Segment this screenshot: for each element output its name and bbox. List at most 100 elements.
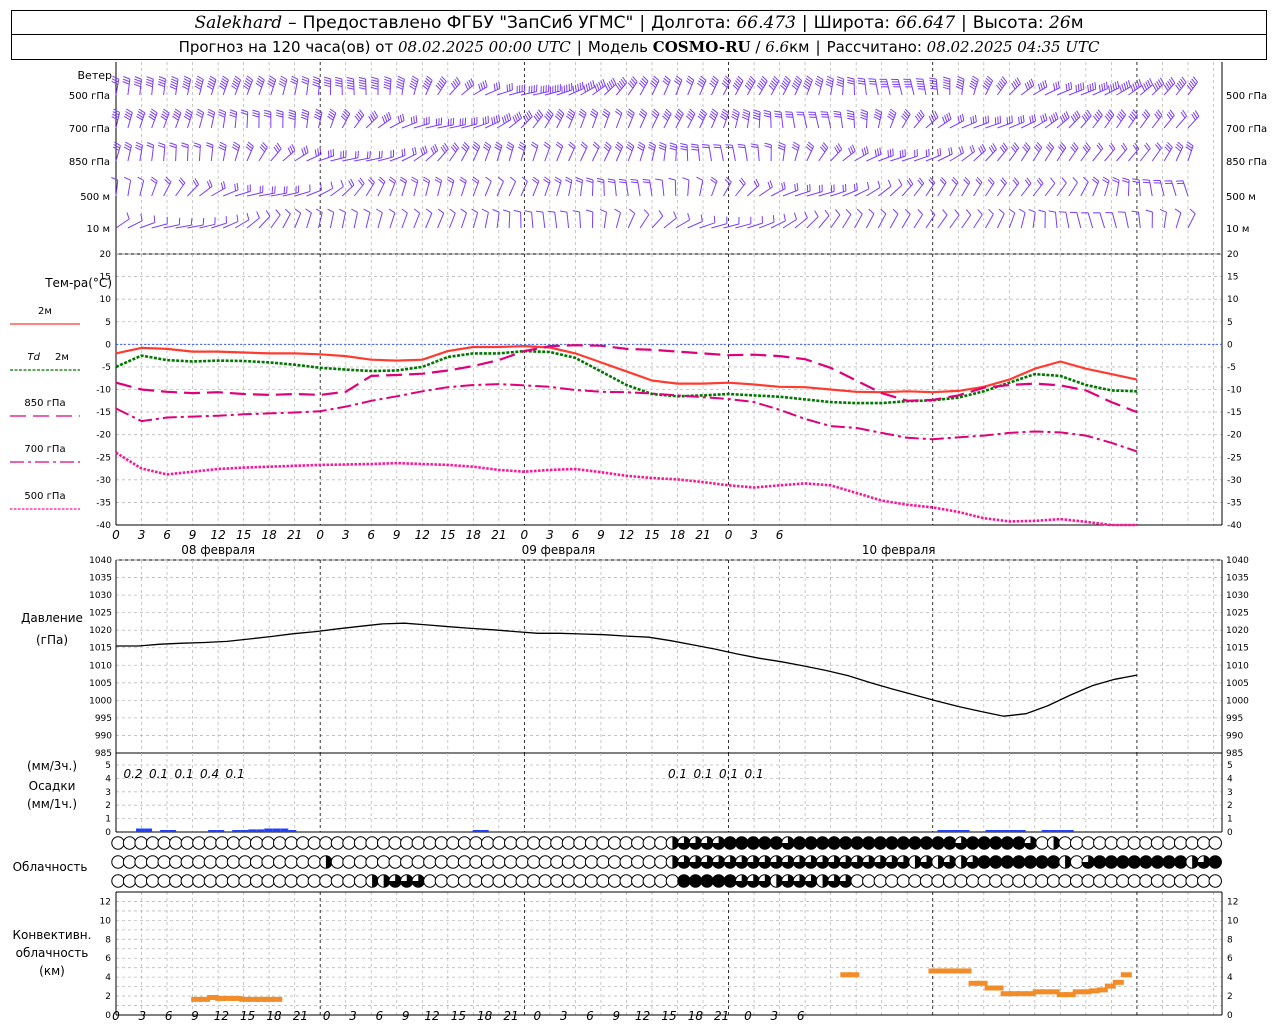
wind-barb: [160, 108, 170, 129]
cloud-symbol: [423, 874, 437, 888]
cloud-symbol: [157, 874, 171, 888]
temp-ytick: 20: [100, 250, 112, 260]
press-ytick: 1025: [89, 609, 112, 619]
wind-barb: [818, 209, 830, 229]
wind-barb: [327, 108, 337, 129]
wind-barb: [985, 143, 997, 162]
press-ytick: 1040: [89, 556, 112, 566]
press-ytick-right: 1020: [1226, 626, 1249, 636]
cloud-symbol: [203, 855, 218, 869]
precip-bar: [945, 830, 954, 832]
wind-barb: [1018, 208, 1026, 229]
cloud-fill-full: [989, 836, 1002, 850]
cloud-symbol: [885, 874, 899, 888]
wind-barb: [377, 149, 394, 162]
precip-unit-bottom: (мм/1ч.): [27, 797, 77, 811]
cloud-fill-full: [1162, 855, 1176, 869]
wind-barb: [460, 208, 467, 229]
cloud-symbol: [111, 836, 125, 850]
wind-barb: [1175, 180, 1189, 197]
wind-barb: [685, 108, 696, 129]
temp-ytick-right: 15: [1227, 273, 1238, 283]
cloud-symbol: [573, 855, 587, 869]
wind-barb: [389, 148, 406, 162]
precip-bar: [1041, 830, 1050, 832]
precip-title: Осадки: [29, 779, 76, 793]
precip-bar: [1049, 830, 1058, 832]
cloud-symbol: [631, 874, 645, 888]
cloud-symbol: [607, 855, 622, 869]
cloud-fill-full: [943, 836, 956, 850]
cloud-symbol: [145, 836, 160, 850]
cloud-symbol: [1150, 836, 1165, 850]
x-hour-label: 18: [466, 528, 482, 542]
wind-barb: [471, 176, 480, 197]
wind-barb: [735, 177, 746, 197]
wind-barb: [949, 209, 960, 229]
cloud-fill-full: [1012, 855, 1026, 869]
wind-barb: [401, 208, 408, 229]
wind-barb: [1080, 176, 1089, 197]
cloud-symbol: [342, 836, 356, 850]
cloud-symbol: [631, 836, 645, 850]
cloud-symbol: [342, 855, 356, 869]
wind-barb: [535, 210, 546, 229]
wind-barb: [925, 177, 936, 197]
cloud-symbol: [908, 874, 922, 888]
press-ytick-right: 1000: [1226, 696, 1249, 706]
wind-barb: [842, 144, 856, 162]
wind-barb: [182, 75, 192, 96]
precip-bar: [264, 828, 273, 832]
temp-series-t850: [115, 344, 1138, 414]
wind-barb: [709, 75, 719, 96]
wind-barb: [1056, 111, 1070, 129]
precip-ytick-right: 5: [1227, 761, 1233, 771]
wind-barb: [175, 177, 186, 197]
wind-barb: [388, 208, 396, 229]
x-hour-label-bottom: 6: [586, 1009, 594, 1023]
wind-barb: [877, 179, 892, 197]
temp-ytick: -10: [96, 386, 111, 396]
x-hour-label-bottom: 15: [451, 1009, 466, 1023]
x-hour-label: 9: [393, 528, 401, 542]
x-hour-label: 18: [670, 528, 686, 542]
wind-barb: [764, 142, 772, 162]
wind-barb: [774, 110, 784, 129]
wind-barb: [626, 108, 635, 129]
cloud-symbol: [1127, 836, 1142, 850]
x-hour-label: 6: [572, 528, 580, 542]
conv-ytick: 0: [105, 1011, 111, 1021]
wind-barb: [255, 75, 265, 96]
wind-barb: [651, 108, 660, 129]
wind-barb: [446, 176, 455, 197]
cloud-symbol: [319, 836, 333, 850]
wind-barb: [913, 177, 925, 197]
cloud-symbol: [353, 855, 368, 869]
cloud-symbol: [261, 855, 275, 869]
wind-barb: [806, 184, 823, 197]
cloud-fill-full: [1209, 855, 1222, 869]
cloud-fill-full: [1001, 855, 1014, 869]
cloud-fill-full: [920, 836, 933, 850]
legend-prefix: Td: [28, 352, 41, 363]
wind-barb: [889, 178, 903, 197]
wind-barb: [1164, 180, 1177, 197]
cloud-fill-full: [897, 836, 910, 850]
wind-barb: [506, 141, 515, 162]
cloud-symbol: [434, 855, 449, 869]
wind-barb: [913, 148, 930, 162]
cloud-fill-full: [978, 855, 991, 869]
wind-barb: [785, 111, 796, 129]
wind-barb: [388, 176, 397, 197]
cloud-symbol: [550, 836, 564, 850]
x-hour-label-bottom: 3: [771, 1009, 779, 1023]
wind-barb: [258, 141, 268, 162]
wind-barb: [996, 76, 1008, 96]
wind-barb: [969, 75, 979, 96]
wind-barb: [270, 186, 288, 197]
temp-ytick-right: 10: [1227, 295, 1239, 305]
cloud-symbol: [1000, 874, 1015, 888]
press-ytick: 1020: [89, 626, 112, 636]
cloud-symbol: [1139, 874, 1153, 888]
precip-bar: [1057, 830, 1066, 832]
